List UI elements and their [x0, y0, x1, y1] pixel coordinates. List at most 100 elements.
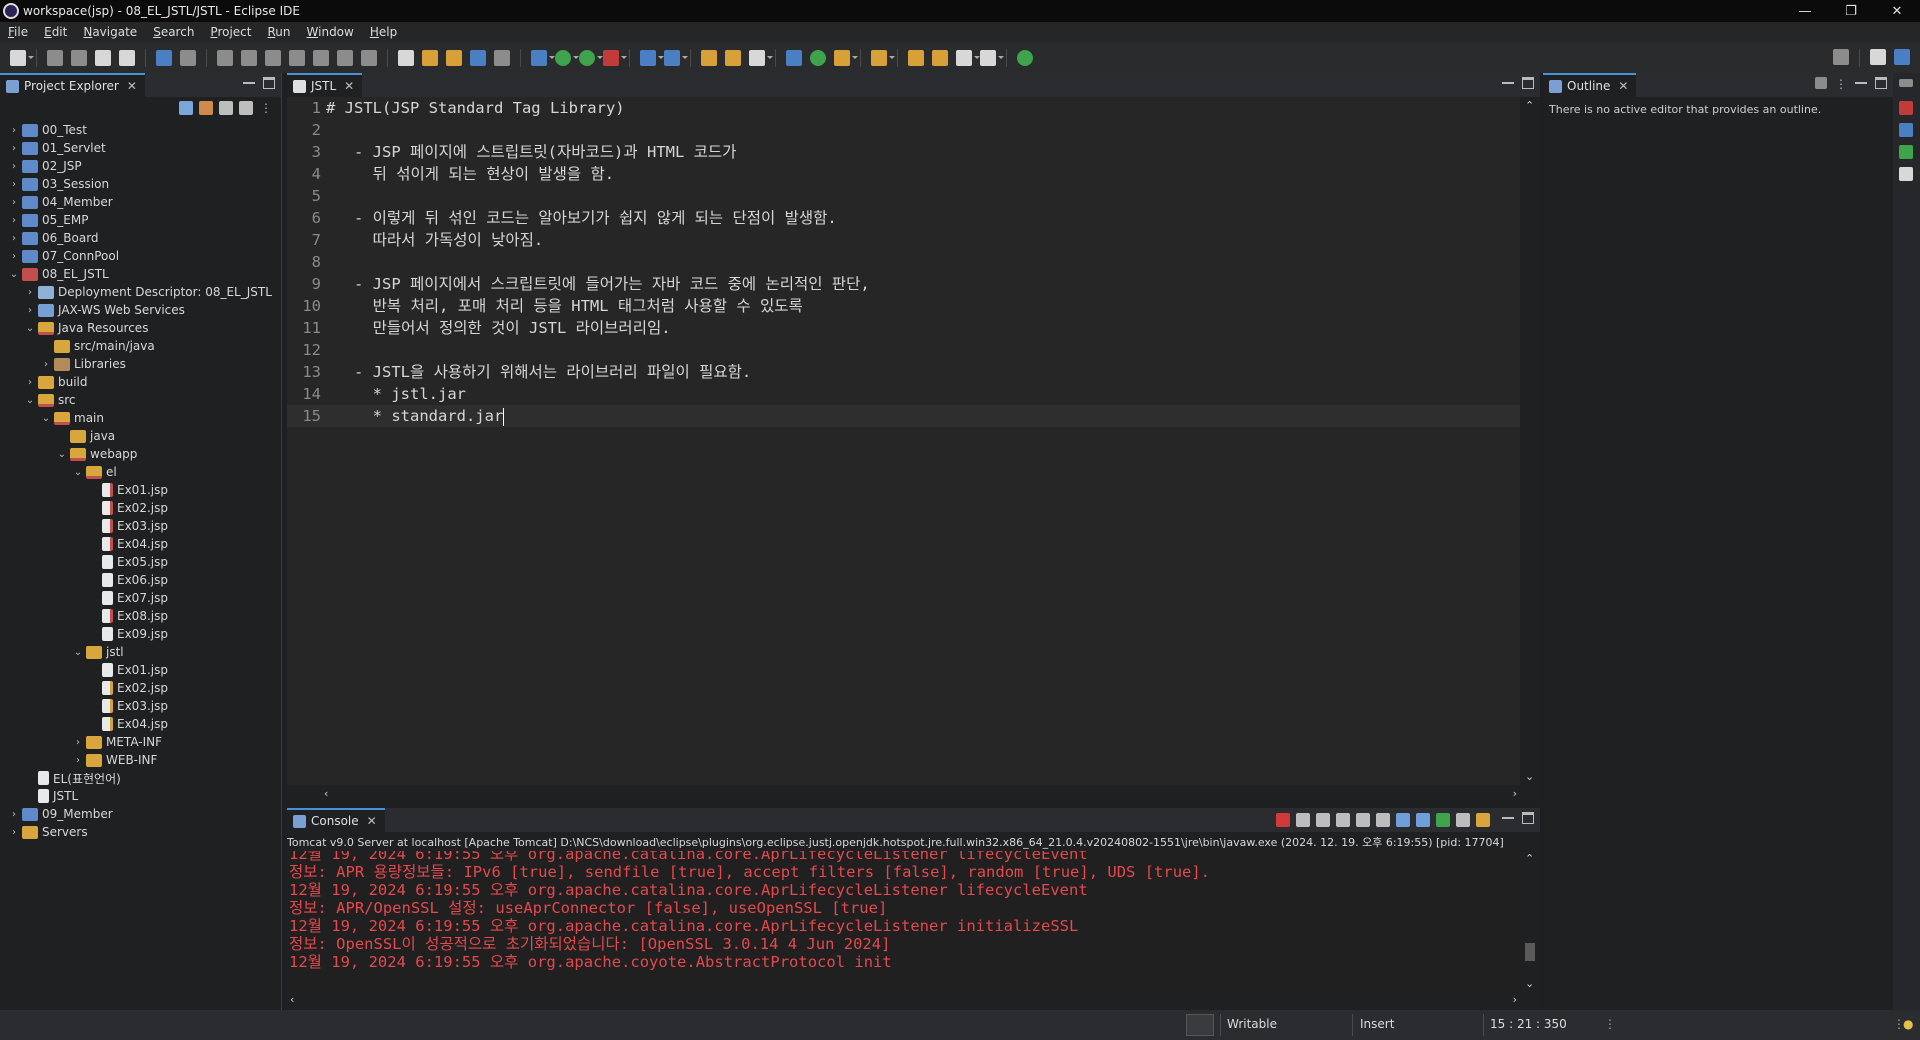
code-line[interactable]: 4 뒤 섞이게 되는 현상이 발생을 함. [287, 163, 1520, 185]
minimize-icon[interactable] [1855, 82, 1867, 94]
remove-launch-icon[interactable] [1296, 813, 1310, 827]
skip-breakpoints-icon[interactable] [180, 49, 196, 66]
tree-item[interactable]: › 05_EMP [8, 211, 88, 229]
close-icon[interactable]: ✕ [1618, 79, 1628, 93]
resume-icon[interactable] [217, 49, 233, 66]
expand-toggle-icon[interactable]: › [8, 233, 20, 244]
pin-console-icon[interactable] [1436, 813, 1450, 827]
java-ee-perspective-icon[interactable] [1894, 49, 1910, 65]
expand-toggle-icon[interactable]: › [24, 377, 36, 388]
redo-icon[interactable] [119, 49, 135, 66]
code-editor[interactable]: 1 # JSTL(JSP Standard Tag Library) 2 3 - JS… [287, 97, 1520, 785]
undo-icon[interactable] [95, 49, 111, 66]
scroll-left-icon[interactable]: ‹ [290, 993, 294, 1006]
tip-icon[interactable]: ● [1903, 1017, 1913, 1031]
close-icon[interactable]: ✕ [127, 79, 137, 93]
new-server-icon[interactable] [640, 49, 664, 66]
minimize-icon[interactable] [1502, 817, 1514, 829]
console-vertical-scrollbar[interactable]: ⌃ ⌄ [1520, 851, 1540, 991]
tree-item[interactable]: Ex04.jsp [88, 535, 168, 553]
link-with-editor-icon[interactable] [199, 101, 213, 115]
menu-edit[interactable]: Edit [36, 22, 75, 42]
expand-toggle-icon[interactable]: › [8, 125, 20, 136]
code-line[interactable]: 13 - JSTL을 사용하기 위해서는 라이브러리 파일이 필요함. [287, 361, 1520, 383]
tree-item[interactable]: › Libraries [40, 355, 126, 373]
menu-project[interactable]: Project [202, 22, 259, 42]
expand-toggle-icon[interactable]: ⌄ [24, 395, 36, 406]
tree-item[interactable]: ⌄ el [72, 463, 117, 481]
tree-item[interactable]: › 00_Test [8, 121, 87, 139]
tree-item[interactable]: › JAX-WS Web Services [24, 301, 185, 319]
maximize-icon[interactable] [1522, 77, 1534, 89]
expand-toggle-icon[interactable]: › [8, 161, 20, 172]
expand-toggle-icon[interactable]: › [8, 143, 20, 154]
tree-item[interactable]: Ex05.jsp [88, 553, 168, 571]
search-icon[interactable] [1833, 49, 1849, 65]
code-line[interactable]: 11 만들어서 정의한 것이 JSTL 라이브러리임. [287, 317, 1520, 339]
code-line[interactable]: 15 * standard.jar [287, 405, 1520, 427]
expand-toggle-icon[interactable]: › [72, 737, 84, 748]
servers-icon[interactable] [1899, 101, 1913, 115]
expand-toggle-icon[interactable]: › [8, 215, 20, 226]
restore-icon[interactable] [1899, 79, 1913, 87]
tree-item[interactable]: EL(표현언어) [24, 769, 121, 787]
editor-horizontal-scrollbar[interactable]: ‹ › [321, 785, 1520, 803]
tree-item[interactable]: › 03_Session [8, 175, 109, 193]
expand-toggle-icon[interactable]: ⌄ [40, 413, 52, 424]
suspend-icon[interactable] [241, 49, 257, 66]
annotation-icon[interactable] [834, 49, 858, 66]
globe-icon[interactable] [786, 49, 802, 66]
expand-toggle-icon[interactable]: › [8, 179, 20, 190]
debug-icon[interactable] [531, 49, 555, 66]
menu-window[interactable]: Window [299, 22, 362, 42]
status-menu-icon[interactable]: ⋮ [1604, 1017, 1616, 1031]
tree-item[interactable]: JSTL [24, 787, 78, 805]
block-selection-icon[interactable] [470, 49, 486, 66]
menu-search[interactable]: Search [145, 22, 202, 42]
tree-item[interactable]: › 01_Servlet [8, 139, 106, 157]
editor-vertical-scrollbar[interactable]: ⌃ ⌄ [1520, 97, 1540, 785]
show-on-output-icon[interactable] [1396, 813, 1410, 827]
display-console-icon[interactable] [1456, 813, 1470, 827]
save-icon[interactable] [47, 49, 63, 66]
pin-editor-icon[interactable] [1017, 49, 1033, 66]
expand-toggle-icon[interactable]: ⌄ [8, 269, 20, 280]
scroll-up-icon[interactable]: ⌃ [1525, 852, 1534, 865]
tree-item[interactable]: ⌄ main [40, 409, 104, 427]
tree-item[interactable]: src/main/java [40, 337, 155, 355]
back-history-icon[interactable] [932, 49, 948, 66]
tree-item[interactable]: Ex06.jsp [88, 571, 168, 589]
focus-icon[interactable] [239, 101, 253, 115]
back-icon[interactable] [956, 49, 980, 66]
tree-item[interactable]: Ex02.jsp [88, 679, 168, 697]
last-edit-icon[interactable] [908, 49, 924, 66]
scroll-thumb[interactable] [1525, 943, 1535, 961]
scroll-lock-icon[interactable] [1356, 813, 1370, 827]
tab-jstl[interactable]: JSTL ✕ [287, 73, 363, 97]
new-web-service-icon[interactable] [664, 49, 688, 66]
code-line[interactable]: 2 [287, 119, 1520, 141]
run-icon[interactable] [555, 49, 579, 66]
tree-item[interactable]: › Deployment Descriptor: 08_EL_JSTL [24, 283, 272, 301]
tree-item[interactable]: › 09_Member [8, 805, 113, 823]
tree-item[interactable]: Ex03.jsp [88, 697, 168, 715]
wrap-icon[interactable] [446, 49, 462, 66]
tree-item[interactable]: java [56, 427, 115, 445]
view-menu-icon[interactable]: ⋮ [1835, 77, 1847, 94]
tree-item[interactable]: › 04_Member [8, 193, 113, 211]
code-line[interactable]: 3 - JSP 페이지에 스트립트릿(자바코드)과 HTML 코드가 [287, 141, 1520, 163]
console-output[interactable]: 12월 19, 2024 6:19:55 오후 org.apache.catal… [287, 851, 1520, 991]
data-source-icon[interactable] [1899, 123, 1913, 137]
expand-toggle-icon[interactable]: › [40, 359, 52, 370]
properties-icon[interactable] [1899, 167, 1913, 181]
minimize-icon[interactable] [243, 82, 255, 94]
code-line[interactable]: 5 [287, 185, 1520, 207]
minimize-icon[interactable] [1502, 82, 1514, 94]
filter-icon[interactable] [219, 101, 233, 115]
external-tools-icon[interactable] [603, 49, 627, 66]
collapse-all-icon[interactable] [179, 101, 193, 115]
save-all-icon[interactable] [71, 49, 87, 66]
scroll-right-icon[interactable]: › [1513, 787, 1517, 800]
code-line[interactable]: 12 [287, 339, 1520, 361]
terminate-icon[interactable] [265, 49, 281, 66]
